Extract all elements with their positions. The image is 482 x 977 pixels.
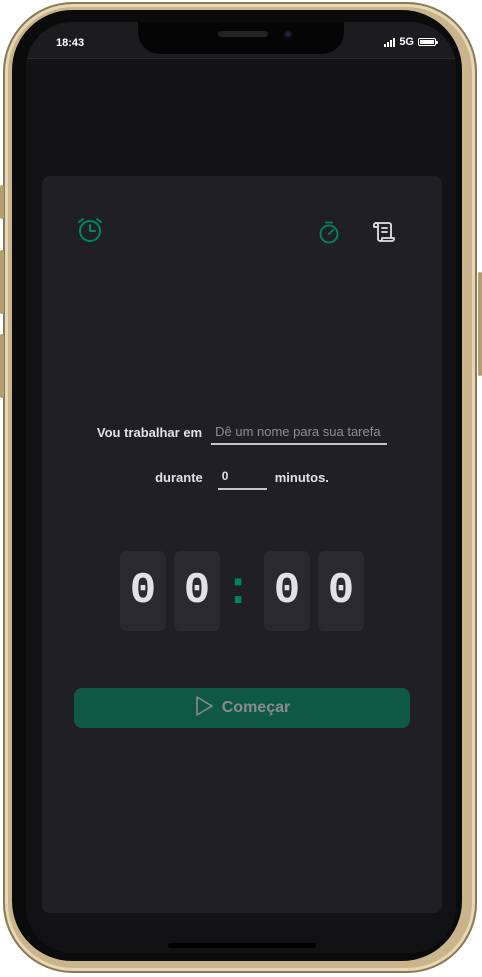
seconds-ones-digit: 0 <box>318 551 364 631</box>
app-background: Vou trabalhar em durante minutos. 0 0 : … <box>26 59 456 953</box>
battery-icon <box>418 38 438 46</box>
scroll-icon[interactable] <box>373 220 397 249</box>
seconds-tens-digit: 0 <box>264 551 310 631</box>
start-button-label: Começar <box>221 699 291 716</box>
task-row: Vou trabalhar em <box>42 419 442 445</box>
notch <box>138 22 344 54</box>
task-label: Vou trabalhar em <box>96 424 203 440</box>
power-button <box>478 272 482 376</box>
duration-row: durante minutos. <box>42 464 442 490</box>
silent-switch <box>0 185 4 219</box>
minutes-ones-digit: 0 <box>174 551 220 631</box>
play-icon <box>194 695 214 722</box>
minutes-input[interactable] <box>217 464 267 490</box>
home-card: Vou trabalhar em durante minutos. 0 0 : … <box>42 176 442 913</box>
status-bar: 18:43 5G <box>26 22 456 59</box>
signal-icon <box>384 37 396 47</box>
network-label: 5G <box>399 36 414 48</box>
volume-up-button <box>0 250 4 314</box>
minutes-tens-digit: 0 <box>120 551 166 631</box>
stopwatch-icon[interactable] <box>318 220 340 249</box>
alarm-clock-icon[interactable] <box>76 216 104 249</box>
countdown-display: 0 0 : 0 0 <box>42 551 442 631</box>
home-indicator[interactable] <box>168 943 316 948</box>
front-camera <box>283 29 293 39</box>
speaker <box>218 31 268 37</box>
screen: Vou trabalhar em durante minutos. 0 0 : … <box>26 22 456 953</box>
status-time: 18:43 <box>56 37 85 49</box>
duration-label: durante <box>155 469 203 485</box>
status-indicators: 5G <box>384 36 438 48</box>
task-input[interactable] <box>211 419 388 445</box>
start-button[interactable]: Começar <box>74 688 410 728</box>
minutes-suffix: minutos. <box>274 469 329 485</box>
countdown-separator: : <box>224 565 252 617</box>
volume-down-button <box>0 334 4 398</box>
